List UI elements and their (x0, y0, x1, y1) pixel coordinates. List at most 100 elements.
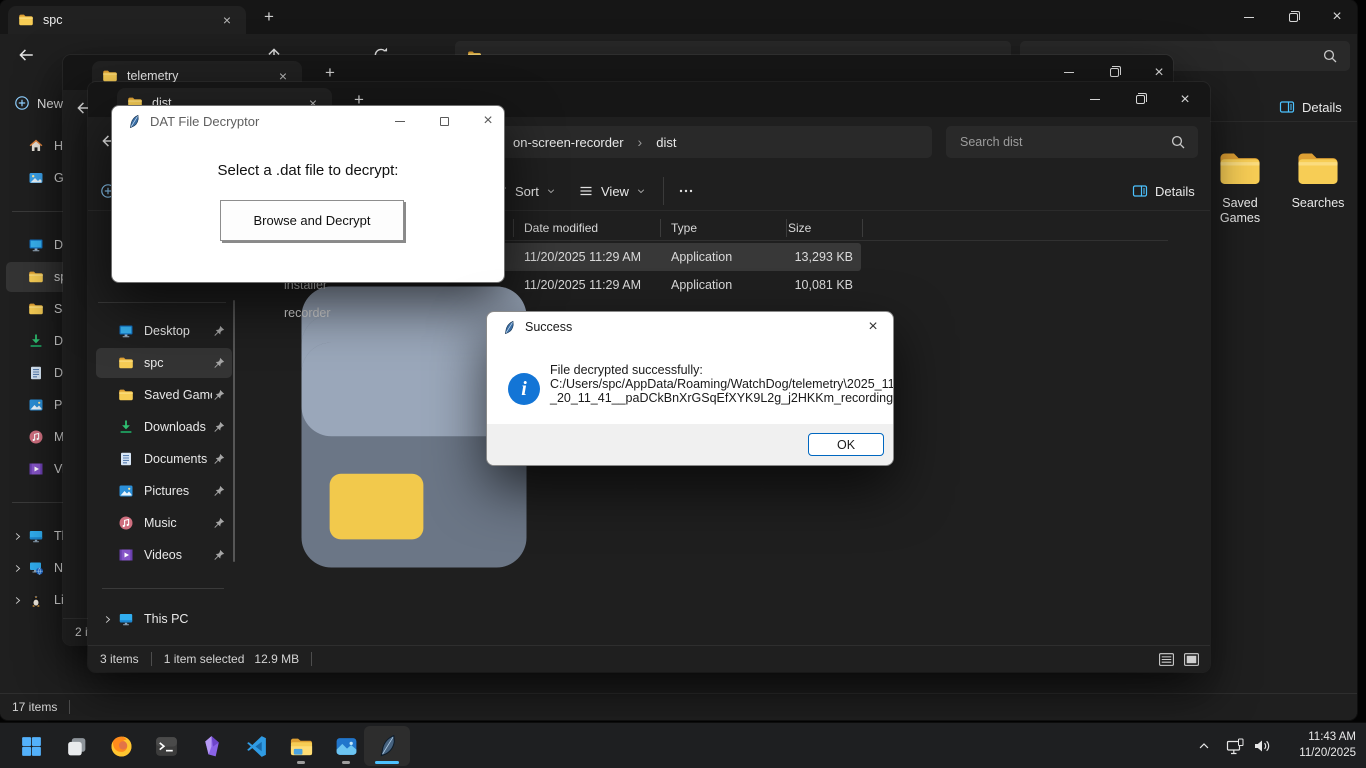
minimize-button[interactable] (1073, 82, 1117, 117)
clock-time: 11:43 AM (1299, 729, 1356, 745)
dialog-footer: OK (487, 424, 893, 465)
sidebar-item-music[interactable]: Music (96, 508, 232, 538)
taskbar-app-vscode[interactable] (236, 726, 276, 766)
documents-icon (118, 451, 134, 467)
dialog-title: Success (525, 320, 572, 334)
taskbar-app-terminal[interactable] (146, 726, 186, 766)
search-icon[interactable] (1170, 134, 1186, 150)
more-options-button[interactable] (678, 180, 694, 202)
start-icon (19, 734, 44, 759)
search-icon[interactable] (1322, 48, 1338, 64)
chevron-up-icon (1197, 739, 1211, 753)
sidebar-item-documents[interactable]: Documents (96, 444, 232, 474)
taskbar-app-task-view[interactable] (56, 726, 96, 766)
task-view-icon (64, 734, 89, 759)
pin-icon (212, 356, 226, 370)
terminal-icon (154, 734, 179, 759)
details-button[interactable]: Details (1279, 96, 1342, 118)
minimize-button[interactable] (1227, 0, 1271, 34)
prompt-text: Select a .dat file to decrypt: (112, 162, 504, 179)
file-type: Application (671, 271, 732, 299)
ok-button[interactable]: OK (808, 433, 884, 456)
list-view-toggle-icon[interactable] (1158, 651, 1175, 668)
folder-icon (1295, 146, 1341, 192)
explorer-icon (289, 734, 314, 759)
sidebar-item-desktop[interactable]: Desktop (96, 316, 232, 346)
search-box[interactable]: Search dist (946, 126, 1198, 158)
python-icon (374, 733, 400, 759)
sidebar-item-saved-games[interactable]: Saved Games (96, 380, 232, 410)
back-icon[interactable] (17, 46, 35, 64)
sidebar-item-label: spc (144, 356, 212, 370)
view-button[interactable]: View (578, 180, 646, 202)
sidebar-item-downloads[interactable]: Downloads (96, 412, 232, 442)
column-header-date[interactable]: Date modified (524, 221, 598, 235)
maximize-button[interactable] (422, 106, 466, 136)
column-header-size[interactable]: Size (788, 221, 811, 235)
sidebar-item-label: Saved Games (144, 388, 212, 402)
close-button[interactable]: × (1315, 0, 1357, 34)
chevron-right-icon (102, 614, 113, 625)
folder-tile-saved-games[interactable]: Saved Games (1208, 146, 1272, 226)
selection-count: 1 item selected (164, 652, 245, 666)
taskbar-app-photos[interactable] (326, 726, 366, 766)
restore-button[interactable] (1271, 0, 1315, 34)
column-header-type[interactable]: Type (671, 221, 697, 235)
downloads-icon (28, 333, 44, 349)
sidebar-item-label: This PC (144, 612, 232, 626)
taskbar-app-start[interactable] (11, 726, 51, 766)
item-count: 3 items (100, 652, 139, 666)
browse-and-decrypt-button[interactable]: Browse and Decrypt (220, 200, 404, 241)
chevron-right-icon[interactable] (6, 595, 28, 606)
tab-spc[interactable]: spc × (8, 6, 246, 34)
new-tab-button[interactable]: + (256, 4, 282, 30)
tab-close-icon[interactable]: × (218, 11, 236, 29)
sidebar-item-videos[interactable]: Videos (96, 540, 232, 570)
breadcrumb-parent[interactable]: on-screen-recorder (513, 135, 624, 150)
videos-icon (118, 547, 134, 563)
sidebar-item-label: Videos (144, 548, 212, 562)
breadcrumb[interactable]: on-screen-recorder › dist (513, 134, 676, 150)
sidebar-item-pictures[interactable]: Pictures (96, 476, 232, 506)
home-icon (28, 138, 44, 154)
volume-tray-icon[interactable] (1248, 726, 1276, 766)
chevron-right-icon[interactable] (96, 614, 118, 625)
sidebar-item-this-pc[interactable]: This PC (96, 604, 232, 634)
folder-icon (28, 301, 44, 317)
sidebar-separator (102, 588, 224, 589)
thumbnail-view-toggle-icon[interactable] (1183, 651, 1200, 668)
chevron-right-icon (12, 595, 23, 606)
pin-icon (212, 548, 226, 562)
details-button[interactable]: Details (1132, 180, 1195, 202)
taskbar-clock[interactable]: 11:43 AM 11/20/2025 (1299, 729, 1356, 761)
close-button[interactable]: × (851, 312, 894, 342)
tab-label: spc (43, 13, 62, 27)
chevron-right-icon[interactable] (6, 563, 28, 574)
close-button[interactable]: × (466, 106, 505, 136)
sidebar-scrollbar[interactable] (233, 300, 235, 562)
sidebar-item-spc[interactable]: spc (96, 348, 232, 378)
folder-tile-searches[interactable]: Searches (1286, 146, 1350, 211)
obsidian-icon (199, 734, 224, 759)
file-name: recorder (284, 299, 331, 327)
this-pc-icon (118, 611, 134, 627)
network-tray-icon[interactable] (1222, 726, 1250, 766)
desktop-icon (28, 237, 44, 253)
plus-circle-icon (14, 95, 30, 111)
breadcrumb-current[interactable]: dist (656, 135, 676, 150)
taskbar-app-firefox[interactable] (101, 726, 141, 766)
running-indicator (297, 761, 305, 764)
hidden-icons-chevron[interactable] (1190, 726, 1218, 766)
close-button[interactable]: × (1163, 82, 1207, 117)
pictures-icon (118, 483, 134, 499)
search-placeholder: Search dist (960, 135, 1023, 149)
taskbar-app-python[interactable] (364, 726, 410, 766)
taskbar-app-obsidian[interactable] (191, 726, 231, 766)
taskbar-app-file-explorer[interactable] (281, 726, 321, 766)
feather-icon (501, 320, 516, 335)
chevron-right-icon[interactable] (6, 531, 28, 542)
restore-button[interactable] (1118, 82, 1162, 117)
message-line: C:/Users/spc/AppData/Roaming/WatchDog/te… (550, 377, 894, 391)
linux-icon (28, 592, 44, 608)
minimize-button[interactable] (378, 106, 422, 136)
